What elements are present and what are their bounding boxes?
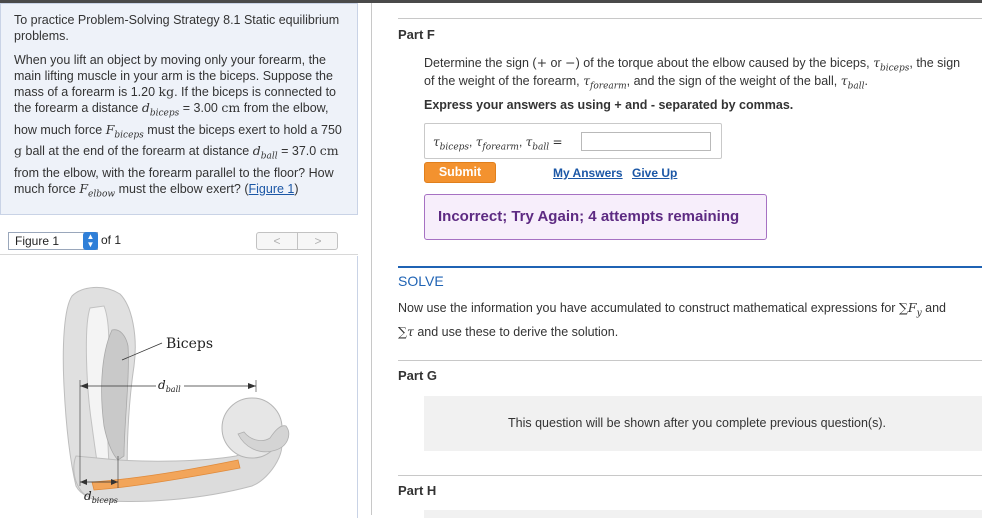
next-arrow-icon[interactable]: > [298,233,338,249]
figure-select[interactable]: Figure 1 ▲ ▼ [8,232,98,250]
prev-arrow-icon[interactable]: < [257,233,297,249]
my-answers-link[interactable]: My Answers [553,166,623,180]
solve-text: Now use the information you have accumul… [398,300,947,339]
right-pane: Part F Determine the sign (+ or −) of th… [372,3,982,518]
feedback-message: Incorrect; Try Again; 4 attempts remaini… [424,194,767,240]
partH-locked-box [424,510,982,518]
answer-box: τbiceps, τforearm, τball = [424,123,722,159]
partG-locked-box: This question will be shown after you co… [424,396,982,451]
arm-figure: Biceps dball dbiceps [62,287,290,505]
answer-label: τbiceps, τforearm, τball = [433,135,563,153]
partF-instruction: Express your answers as using + and - se… [424,98,794,112]
problem-intro: To practice Problem-Solving Strategy 8.1… [0,3,358,215]
figure-toolbar: Figure 1 ▲ ▼ of 1 < > [0,227,358,255]
partG-rule [398,360,982,361]
answer-input[interactable] [581,132,711,151]
solve-rule [398,266,982,268]
partH-title: Part H [398,483,437,498]
solve-heading: SOLVE [398,273,444,289]
figure-count: of 1 [101,233,122,247]
partH-rule [398,475,982,476]
partF-title: Part F [398,27,435,42]
problem-text: When you lift an object by moving only y… [14,53,342,199]
partG-title: Part G [398,368,438,383]
partG-locked-text: This question will be shown after you co… [508,416,886,430]
biceps-label: Biceps [166,336,213,352]
give-up-link[interactable]: Give Up [632,166,677,180]
partF-question-line2: of the weight of the forearm, τforearm, … [424,73,868,92]
figure-pane: Biceps dball dbiceps [0,256,358,518]
partF-rule [398,18,982,19]
figure-link[interactable]: Figure 1 [249,182,295,196]
intro-title: To practice Problem-Solving Strategy 8.1… [14,13,340,43]
select-updown-icon: ▲ ▼ [83,232,98,250]
left-pane: To practice Problem-Solving Strategy 8.1… [0,3,362,518]
figure-nav: < > [256,232,338,250]
submit-button[interactable]: Submit [424,162,496,183]
